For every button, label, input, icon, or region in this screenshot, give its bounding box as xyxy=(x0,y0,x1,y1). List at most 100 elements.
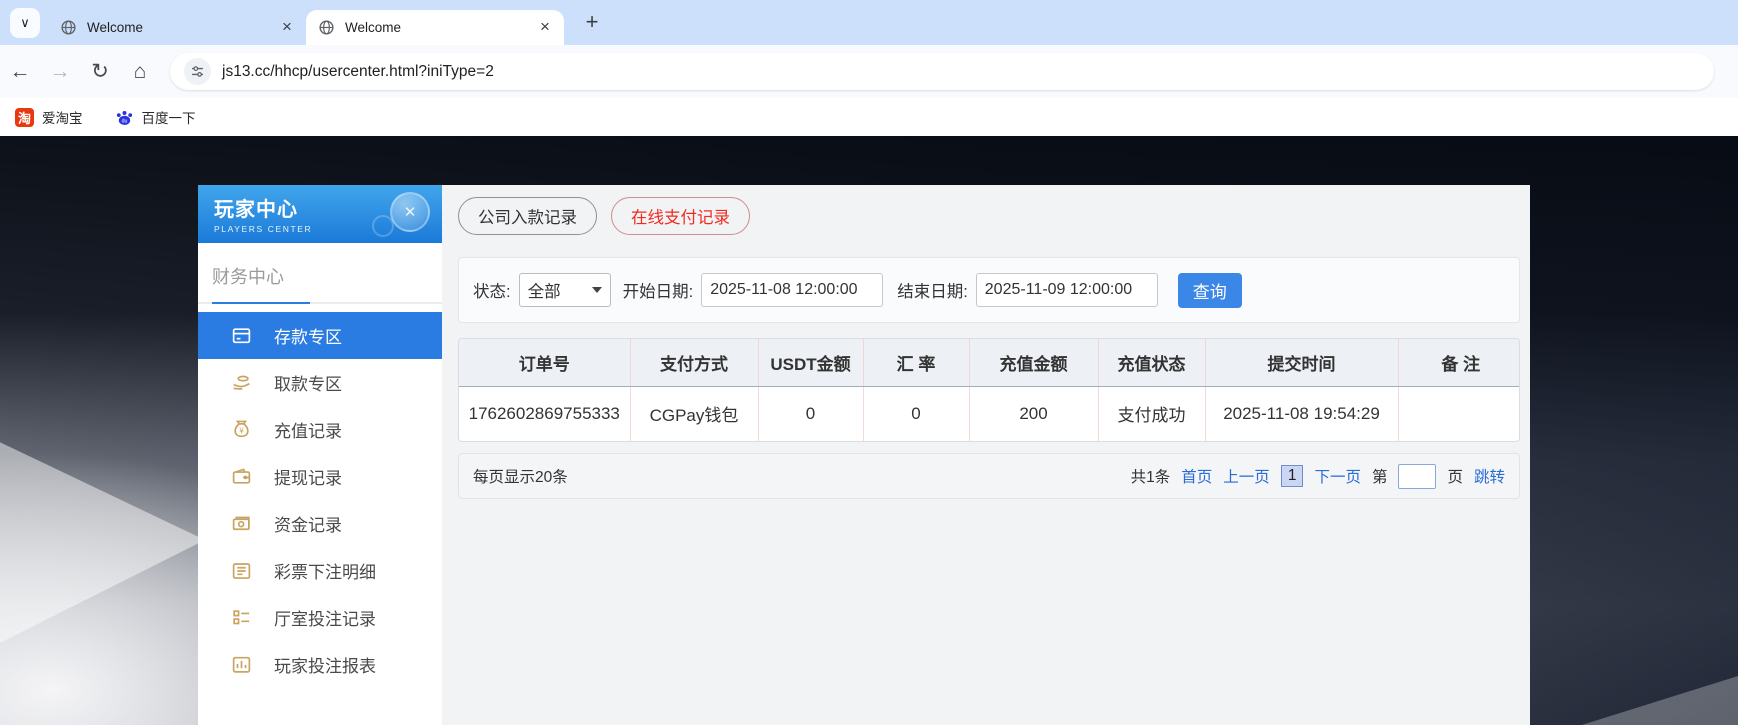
sidebar-item[interactable]: 提现记录 xyxy=(198,453,442,500)
pagination-bar: 每页显示20条 共1条 首页 上一页 1 下一页 第 页 跳转 xyxy=(458,453,1520,499)
tab-company-deposit-records[interactable]: 公司入款记录 xyxy=(458,197,597,235)
start-date-input[interactable] xyxy=(701,273,884,307)
sidebar-item[interactable]: 玩家投注报表 xyxy=(198,641,442,688)
gamepad-emblem-circle xyxy=(372,215,394,237)
bookmark-baidu[interactable]: du 百度一下 xyxy=(115,107,196,127)
chevron-down-icon: ∨ xyxy=(20,14,30,30)
sidebar-item[interactable]: ¥ 充值记录 xyxy=(198,406,442,453)
browser-tab-2-active[interactable]: Welcome × xyxy=(306,10,564,45)
table-cell xyxy=(1398,386,1519,441)
table-body: 1762602869755333 CGPay钱包 0 0 200 支付成功 2025-11-… xyxy=(459,386,1519,441)
sidebar-item[interactable]: 资金记录 xyxy=(198,500,442,547)
sidebar-menu: 存款专区› 取款专区 ¥ 充值记录提现记录资金记录彩票下注明细厅室投注记录玩家投注报表 xyxy=(198,312,456,688)
sidebar-item-label: 玩家投注报表 xyxy=(274,657,376,676)
search-button[interactable]: 查询 xyxy=(1177,272,1242,308)
table-header-cell: 充值金额 xyxy=(969,339,1099,387)
backdrop-triangle xyxy=(0,428,205,658)
tab-search-button[interactable]: ∨ xyxy=(10,7,40,38)
tab-label: 公司入款记录 xyxy=(478,209,577,227)
gamepad-emblem-icon: ✕ xyxy=(390,192,430,232)
table-row: 1762602869755333 CGPay钱包 0 0 200 支付成功 2025-11-… xyxy=(459,386,1519,441)
page-size-text: 每页显示20条 xyxy=(473,469,568,486)
record-tabs: 公司入款记录 在线支付记录 xyxy=(458,197,1520,235)
sidebar-item-label: 资金记录 xyxy=(274,516,342,535)
end-date-label: 结束日期: xyxy=(897,283,968,301)
withdraw-hand-icon xyxy=(231,372,252,393)
report-chart-icon xyxy=(231,654,252,675)
bookmark-taobao[interactable]: 淘 爱淘宝 xyxy=(15,107,83,127)
globe-icon xyxy=(318,19,335,36)
table-header-row: 订单号 支付方式 USDT金额汇 率充值金额 充值状态 提交时间备 注 xyxy=(459,339,1519,387)
tab-online-payment-records[interactable]: 在线支付记录 xyxy=(611,197,750,235)
table-cell: 1762602869755333 xyxy=(459,386,631,441)
total-count-text: 共1条 xyxy=(1130,469,1171,486)
sidebar-divider xyxy=(198,302,442,304)
bookmark-label: 爱淘宝 xyxy=(42,111,83,126)
sidebar-item-label: 取款专区 xyxy=(274,375,342,394)
backdrop-triangle xyxy=(1553,676,1738,725)
sidebar-item[interactable]: 取款专区 xyxy=(198,359,442,406)
user-center-panel: 玩家中心 PLAYERS CENTER ✕ 财务中心 存款专区› 取款专区 ¥ 充值记… xyxy=(198,185,1530,725)
tab-label: 在线支付记录 xyxy=(631,209,730,227)
forward-icon[interactable]: → xyxy=(40,60,80,84)
globe-icon xyxy=(60,19,77,36)
svg-text:du: du xyxy=(121,118,127,124)
close-icon[interactable]: × xyxy=(278,18,296,37)
status-select[interactable]: 全部 xyxy=(518,273,611,307)
sidebar-item[interactable]: 彩票下注明细 xyxy=(198,547,442,594)
baidu-paw-icon: du xyxy=(115,108,134,127)
chevron-down-icon xyxy=(591,287,602,293)
jump-link[interactable]: 跳转 xyxy=(1474,465,1505,487)
sidebar-item-label: 厅室投注记录 xyxy=(274,610,376,629)
table-header-cell: 汇 率 xyxy=(863,339,970,387)
prev-page-link[interactable]: 上一页 xyxy=(1223,465,1270,487)
table-cell: 0 xyxy=(758,386,864,441)
sidebar-item[interactable]: 存款专区› xyxy=(198,312,456,359)
current-page-badge: 1 xyxy=(1280,465,1304,487)
money-bag-icon: ¥ xyxy=(231,419,252,440)
bookmarks-bar: 淘 爱淘宝 du 百度一下 xyxy=(0,98,1738,136)
home-icon[interactable]: ⌂ xyxy=(120,60,160,84)
sidebar-item-label: 彩票下注明细 xyxy=(274,563,376,582)
reload-icon[interactable]: ↻ xyxy=(80,59,120,84)
browser-toolbar: ← → ↻ ⌂ js13.cc/hhcp/usercenter.html?ini… xyxy=(0,45,1738,98)
table-cell: 2025-11-08 19:54:29 xyxy=(1205,386,1399,441)
wallet-icon xyxy=(231,466,252,487)
table-cell: CGPay钱包 xyxy=(630,386,759,441)
taobao-icon: 淘 xyxy=(15,107,34,127)
site-info-icon[interactable] xyxy=(184,58,211,85)
records-table: 订单号 支付方式 USDT金额汇 率充值金额 充值状态 提交时间备 注 17626028… xyxy=(458,338,1520,442)
filter-bar: 状态: 全部 开始日期: 结束日期: 查询 xyxy=(458,257,1520,323)
new-tab-button[interactable]: + xyxy=(578,9,606,35)
page-jump-input[interactable] xyxy=(1398,463,1437,489)
bookmark-label: 百度一下 xyxy=(141,111,196,126)
table-header-cell: 支付方式 xyxy=(630,339,759,387)
hall-bet-icon xyxy=(231,607,252,628)
sidebar: 玩家中心 PLAYERS CENTER ✕ 财务中心 存款专区› 取款专区 ¥ 充值记… xyxy=(198,185,456,725)
sidebar-item-label: 充值记录 xyxy=(274,422,342,441)
sidebar-item-label: 提现记录 xyxy=(274,469,342,488)
sidebar-item[interactable]: 厅室投注记录 xyxy=(198,594,442,641)
next-page-link[interactable]: 下一页 xyxy=(1314,465,1361,487)
status-label: 状态: xyxy=(473,283,511,301)
svg-text:¥: ¥ xyxy=(239,426,244,435)
first-page-link[interactable]: 首页 xyxy=(1181,465,1212,487)
address-bar[interactable]: js13.cc/hhcp/usercenter.html?iniType=2 xyxy=(170,53,1714,90)
url-text[interactable]: js13.cc/hhcp/usercenter.html?iniType=2 xyxy=(222,63,494,81)
jump-prefix-text: 第 xyxy=(1371,469,1388,486)
status-select-value: 全部 xyxy=(527,283,561,301)
end-date-input[interactable] xyxy=(975,273,1158,307)
players-center-header: 玩家中心 PLAYERS CENTER ✕ xyxy=(198,185,442,243)
page-background: 玩家中心 PLAYERS CENTER ✕ 财务中心 存款专区› 取款专区 ¥ 充值记… xyxy=(0,136,1738,725)
table-header-cell: 订单号 xyxy=(459,339,631,387)
close-icon[interactable]: × xyxy=(536,18,554,37)
browser-tab-strip: ∨ Welcome × Welcome × + xyxy=(0,0,1738,45)
tab-title: Welcome xyxy=(87,20,144,35)
browser-tab-1[interactable]: Welcome × xyxy=(48,10,306,45)
tab-title: Welcome xyxy=(345,20,402,35)
back-icon[interactable]: ← xyxy=(0,60,40,84)
table-cell: 200 xyxy=(969,386,1099,441)
sidebar-item-label: 存款专区 xyxy=(274,328,342,347)
table-header-cell: 备 注 xyxy=(1398,339,1519,387)
main-content: 公司入款记录 在线支付记录 状态: 全部 开始日期: 结束日期: 查询 xyxy=(442,185,1530,725)
